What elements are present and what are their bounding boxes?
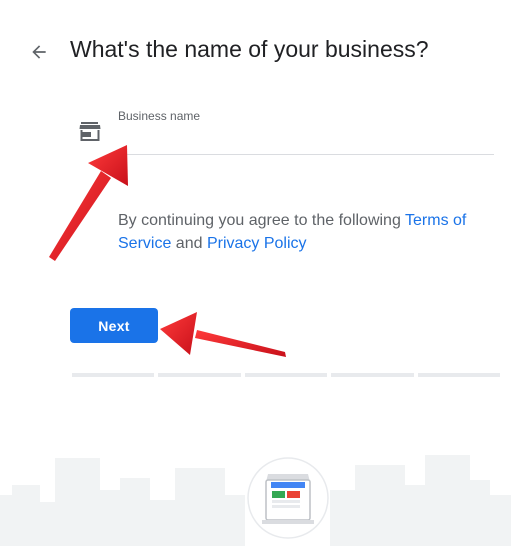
business-name-label: Business name xyxy=(118,109,201,123)
annotation-arrow-to-input xyxy=(49,145,128,261)
city-skyline-illustration xyxy=(0,455,511,546)
progress-step xyxy=(158,373,241,377)
next-button[interactable]: Next xyxy=(70,308,158,343)
arrow-back-icon xyxy=(32,45,46,59)
annotation-arrow-to-next xyxy=(160,312,286,357)
progress-step xyxy=(331,373,414,377)
terms-text: By continuing you agree to the following… xyxy=(118,209,498,255)
back-button[interactable] xyxy=(27,40,51,64)
business-name-input[interactable] xyxy=(118,128,494,155)
progress-step xyxy=(72,373,155,377)
step-progress-bar xyxy=(72,373,501,377)
privacy-policy-link[interactable]: Privacy Policy xyxy=(207,235,307,252)
terms-connector: and xyxy=(171,235,207,252)
storefront-icon xyxy=(79,122,101,141)
progress-step xyxy=(417,373,501,377)
page-title: What's the name of your business? xyxy=(70,36,429,62)
storefront-illustration-icon xyxy=(262,474,314,524)
progress-step xyxy=(244,373,328,377)
terms-prefix: By continuing you agree to the following xyxy=(118,212,406,229)
